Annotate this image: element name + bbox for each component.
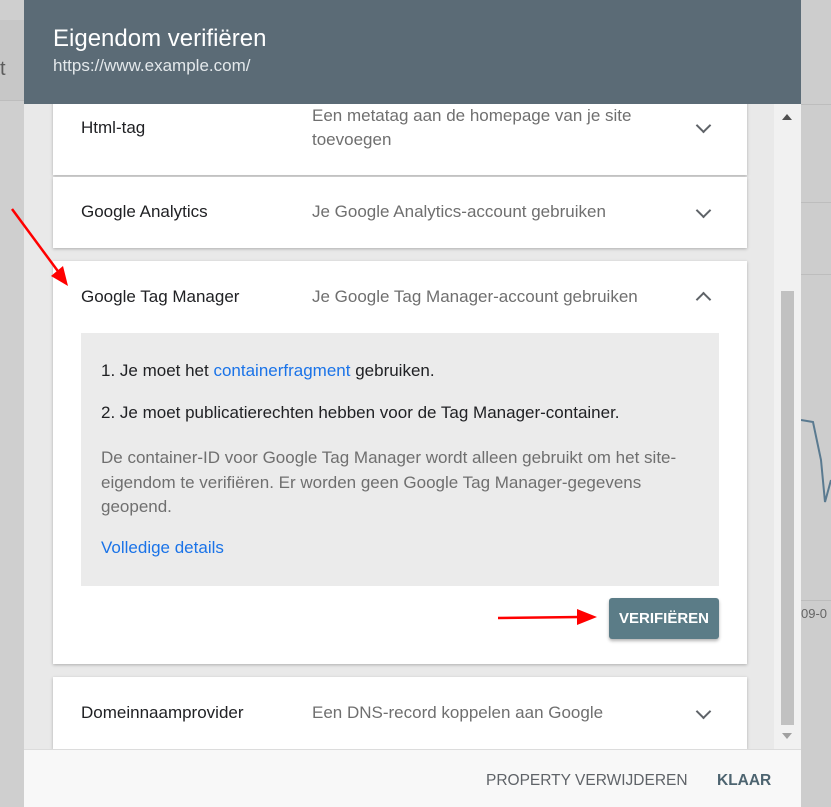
method-description: Je Google Tag Manager-account gebruiken <box>312 287 638 306</box>
dialog-header: Eigendom verifiëren https://www.example.… <box>24 0 801 104</box>
method-name: Html-tag <box>81 118 146 137</box>
method-name: Google Analytics <box>81 202 208 221</box>
container-id-note: De container-ID voor Google Tag Manager … <box>101 448 677 516</box>
method-name: Domeinnaamprovider <box>81 703 244 722</box>
verify-button[interactable]: VERIFIËREN <box>609 598 719 639</box>
dialog-title: Eigendom verifiëren <box>53 25 267 52</box>
scroll-down-arrow-icon[interactable] <box>782 733 792 739</box>
method-card-html-tag[interactable]: Html-tag Een metatag aan de homepage van… <box>53 104 747 175</box>
method-name[interactable]: Google Tag Manager <box>81 287 239 307</box>
method-description: Een DNS-record koppelen aan Google <box>312 703 604 722</box>
chevron-down-icon[interactable] <box>695 703 712 720</box>
verification-methods-list: Html-tag Een metatag aan de homepage van… <box>24 104 774 749</box>
instruction-step-2: 2. Je moet publicatierechten hebben voor… <box>101 403 620 422</box>
background-page-left <box>0 0 24 807</box>
dialog-scrollbar[interactable] <box>774 104 801 749</box>
background-text-fragment: t <box>0 58 6 80</box>
chevron-up-icon[interactable] <box>695 291 712 308</box>
method-card-google-tag-manager: Google Tag Manager Je Google Tag Manager… <box>53 261 747 664</box>
scroll-up-arrow-icon[interactable] <box>782 114 792 120</box>
background-date-label: 09-0 <box>801 606 828 621</box>
instruction-step-1: 1. Je moet het containerfragment gebruik… <box>101 361 435 381</box>
background-chart-line <box>801 419 831 503</box>
tag-manager-instructions: 1. Je moet het containerfragment gebruik… <box>81 333 719 586</box>
method-card-domain-provider[interactable]: Domeinnaamprovider Een DNS-record koppel… <box>53 677 747 749</box>
method-description: Je Google Analytics-account gebruiken <box>312 202 606 221</box>
method-description: Een metatag aan de homepage van je site … <box>312 106 632 149</box>
full-details-link[interactable]: Volledige details <box>101 538 224 558</box>
method-card-google-analytics[interactable]: Google Analytics Je Google Analytics-acc… <box>53 177 747 248</box>
step-1-suffix: gebruiken. <box>350 361 435 380</box>
dialog-subtitle: https://www.example.com/ <box>53 56 251 75</box>
remove-property-button[interactable]: PROPERTY VERWIJDEREN <box>486 772 688 790</box>
dialog-footer: PROPERTY VERWIJDEREN KLAAR <box>24 749 801 807</box>
scrollbar-thumb[interactable] <box>781 291 794 725</box>
background-page-right <box>801 0 831 807</box>
container-snippet-link[interactable]: containerfragment <box>213 361 350 380</box>
chevron-down-icon[interactable] <box>695 117 712 134</box>
step-1-prefix: 1. Je moet het <box>101 361 214 380</box>
chevron-down-icon[interactable] <box>695 202 712 219</box>
verify-ownership-dialog: Eigendom verifiëren https://www.example.… <box>24 0 801 807</box>
done-button[interactable]: KLAAR <box>717 772 771 790</box>
